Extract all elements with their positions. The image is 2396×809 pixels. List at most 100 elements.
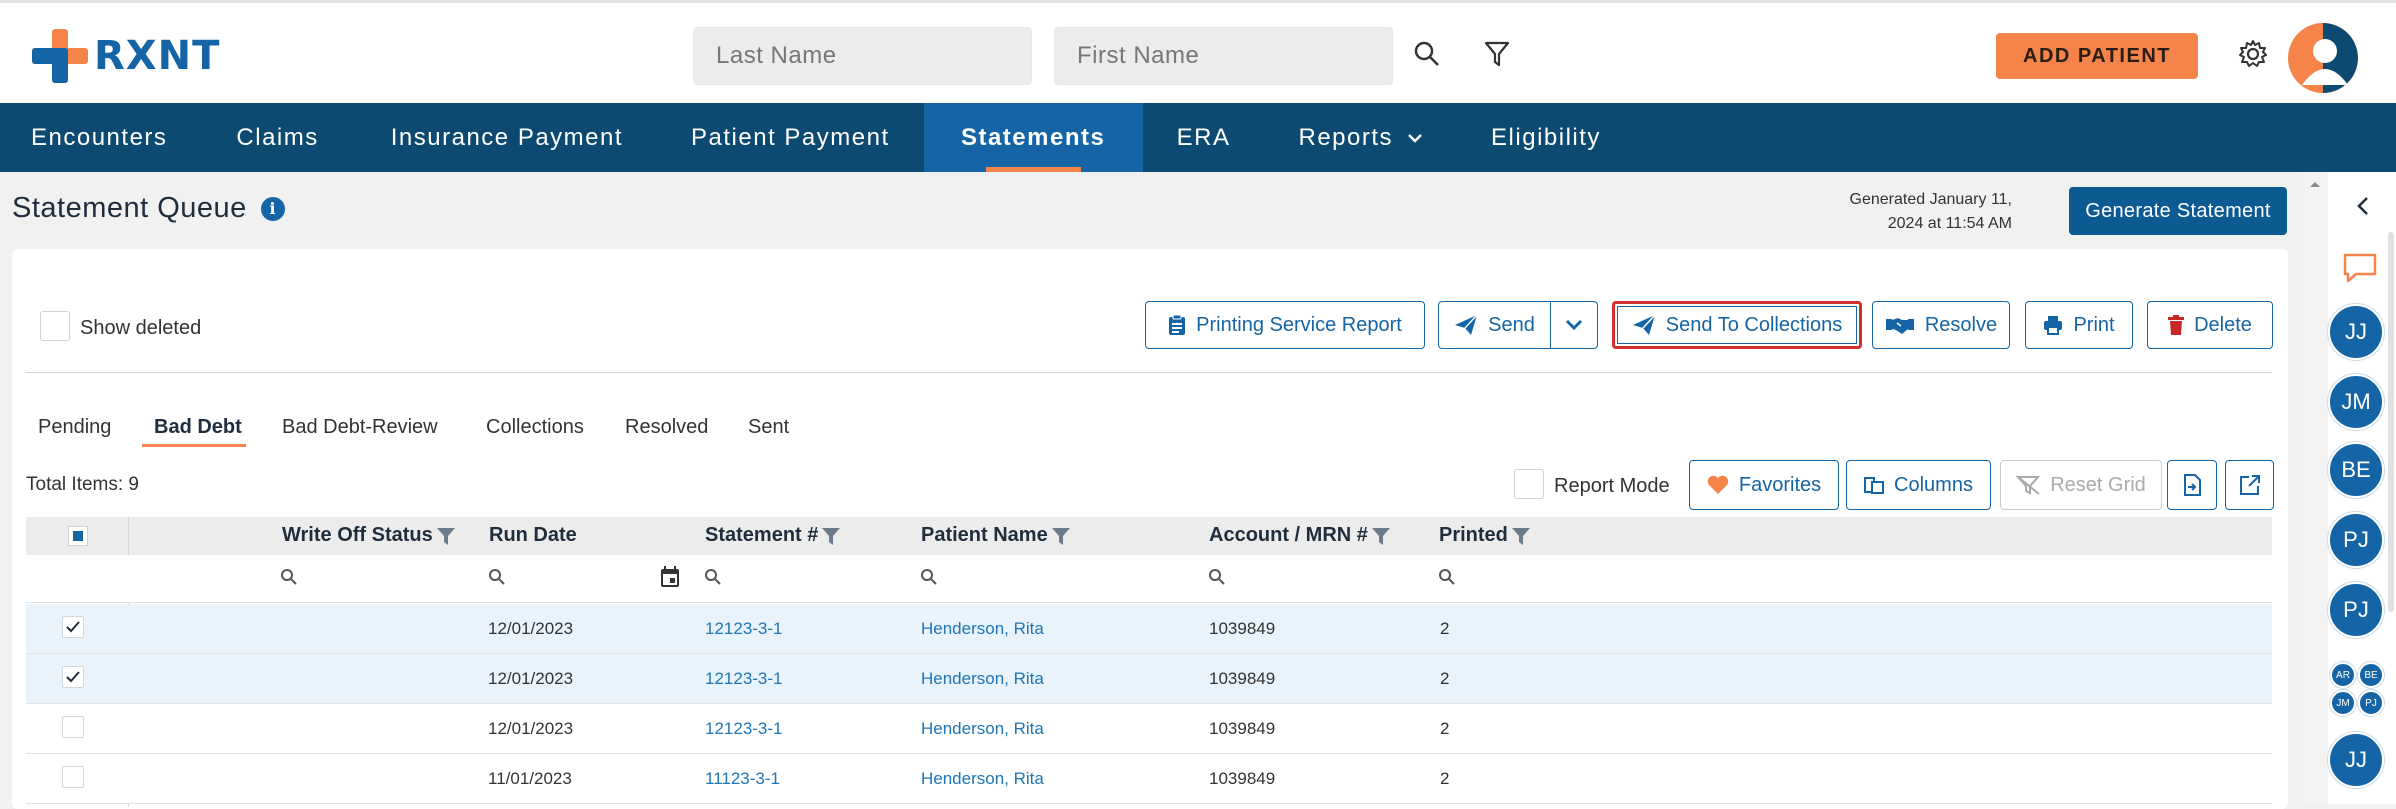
search-icon[interactable] bbox=[1410, 37, 1444, 71]
cell-patient-link[interactable]: Henderson, Rita bbox=[921, 769, 1044, 789]
column-filter-icon[interactable] bbox=[1510, 525, 1532, 547]
last-name-input[interactable]: Last Name bbox=[693, 27, 1032, 85]
chat-panel: JJ JM BE PJ PJ AR BE JM PJ JJ bbox=[2328, 172, 2396, 804]
trash-icon bbox=[2168, 315, 2185, 335]
scroll-up-icon[interactable] bbox=[2309, 180, 2321, 188]
col-printed[interactable]: Printed bbox=[1439, 524, 1532, 547]
first-name-input[interactable]: First Name bbox=[1054, 27, 1393, 85]
column-filter-icon[interactable] bbox=[1370, 525, 1392, 547]
cell-patient-link[interactable]: Henderson, Rita bbox=[921, 719, 1044, 739]
cell-statement-link[interactable]: 12123-3-1 bbox=[705, 619, 783, 639]
chat-user-avatar[interactable]: JJ bbox=[2328, 732, 2384, 788]
printer-icon bbox=[2044, 316, 2063, 335]
generated-timestamp: Generated January 11, 2024 at 11:54 AM bbox=[1820, 188, 2012, 236]
cell-account: 1039849 bbox=[1209, 719, 1276, 738]
add-patient-button[interactable]: ADD PATIENT bbox=[1996, 33, 2198, 79]
print-button[interactable]: Print bbox=[2025, 301, 2133, 349]
search-icon[interactable] bbox=[920, 568, 938, 586]
columns-label: Columns bbox=[1894, 473, 1973, 496]
chat-user-avatar[interactable]: BE bbox=[2328, 442, 2384, 498]
cell-statement-link[interactable]: 12123-3-1 bbox=[705, 719, 783, 739]
table-row[interactable]: 12/01/2023 12123-3-1 Henderson, Rita 103… bbox=[26, 704, 2272, 754]
row-checkbox[interactable] bbox=[62, 716, 84, 738]
nav-encounters[interactable]: Encounters bbox=[0, 103, 198, 172]
report-mode-checkbox[interactable] bbox=[1514, 469, 1544, 499]
cell-patient-link[interactable]: Henderson, Rita bbox=[921, 669, 1044, 689]
export-icon-button[interactable] bbox=[2167, 460, 2217, 510]
row-checkbox[interactable] bbox=[62, 666, 84, 688]
select-all-checkbox[interactable] bbox=[68, 526, 88, 546]
row-checkbox[interactable] bbox=[62, 616, 84, 638]
nav-era[interactable]: ERA bbox=[1143, 103, 1265, 172]
cell-statement-link[interactable]: 11123-3-1 bbox=[705, 769, 780, 789]
info-icon[interactable]: i bbox=[260, 196, 285, 221]
page-scrollbar[interactable] bbox=[2302, 172, 2328, 804]
column-filter-icon[interactable] bbox=[1050, 525, 1072, 547]
cell-account: 1039849 bbox=[1209, 669, 1276, 688]
chat-group-avatar[interactable]: AR BE JM PJ bbox=[2330, 662, 2384, 716]
cell-account: 1039849 bbox=[1209, 769, 1276, 788]
search-icon[interactable] bbox=[1438, 568, 1456, 586]
rxnt-logo[interactable]: RXNT bbox=[32, 29, 220, 83]
chat-user-avatar[interactable]: PJ bbox=[2328, 582, 2384, 638]
resolve-button[interactable]: Resolve bbox=[1872, 301, 2010, 349]
chat-user-avatar[interactable]: JM bbox=[2328, 374, 2384, 430]
collapse-chevron-icon[interactable] bbox=[2356, 196, 2370, 216]
reset-grid-button[interactable]: Reset Grid bbox=[2000, 460, 2162, 510]
send-dropdown-button[interactable] bbox=[1550, 301, 1598, 349]
nav-claims[interactable]: Claims bbox=[198, 103, 356, 172]
delete-button[interactable]: Delete bbox=[2147, 301, 2273, 349]
tab-bad-debt[interactable]: Bad Debt bbox=[154, 416, 242, 439]
col-account-mrn[interactable]: Account / MRN # bbox=[1209, 524, 1392, 547]
search-icon[interactable] bbox=[280, 568, 298, 586]
col-write-off-status[interactable]: Write Off Status bbox=[282, 524, 457, 547]
chat-scrollbar[interactable] bbox=[2388, 232, 2394, 612]
search-icon[interactable] bbox=[704, 568, 722, 586]
share-icon-button[interactable] bbox=[2225, 460, 2274, 510]
divider bbox=[26, 372, 2272, 373]
row-checkbox[interactable] bbox=[62, 766, 84, 788]
generate-statement-button[interactable]: Generate Statement bbox=[2069, 187, 2287, 235]
filter-icon[interactable] bbox=[1480, 37, 1514, 71]
columns-button[interactable]: Columns bbox=[1846, 460, 1991, 510]
col-run-date[interactable]: Run Date bbox=[489, 524, 577, 547]
table-row[interactable]: 12/01/2023 12123-3-1 Henderson, Rita 103… bbox=[26, 604, 2272, 654]
nav-eligibility[interactable]: Eligibility bbox=[1457, 103, 1635, 172]
cell-printed: 2 bbox=[1440, 619, 1450, 638]
favorites-button[interactable]: Favorites bbox=[1689, 460, 1839, 510]
user-avatar[interactable] bbox=[2288, 23, 2358, 93]
printing-service-report-button[interactable]: Printing Service Report bbox=[1145, 301, 1425, 349]
nav-patient-payment[interactable]: Patient Payment bbox=[657, 103, 924, 172]
send-button[interactable]: Send bbox=[1438, 301, 1551, 349]
nav-reports[interactable]: Reports bbox=[1265, 103, 1458, 172]
chat-user-avatar[interactable]: PJ bbox=[2328, 512, 2384, 568]
table-row[interactable]: 12/01/2023 12123-3-1 Henderson, Rita 103… bbox=[26, 654, 2272, 704]
chat-icon[interactable] bbox=[2342, 252, 2378, 284]
send-label: Send bbox=[1488, 313, 1535, 336]
chat-user-avatar[interactable]: JJ bbox=[2328, 304, 2384, 360]
handshake-icon bbox=[1885, 318, 1914, 334]
table-row[interactable]: 11/01/2023 11123-3-1 Henderson, Rita 103… bbox=[26, 754, 2272, 804]
cell-printed: 2 bbox=[1440, 719, 1450, 738]
tab-bad-debt-review[interactable]: Bad Debt-Review bbox=[282, 416, 438, 439]
cell-run-date: 12/01/2023 bbox=[488, 669, 574, 688]
show-deleted-checkbox[interactable] bbox=[40, 311, 70, 341]
column-filter-icon[interactable] bbox=[820, 525, 842, 547]
tab-pending[interactable]: Pending bbox=[38, 416, 111, 439]
tab-resolved[interactable]: Resolved bbox=[625, 416, 708, 439]
tab-sent[interactable]: Sent bbox=[748, 416, 789, 439]
column-filter-icon[interactable] bbox=[435, 525, 457, 547]
calendar-icon[interactable] bbox=[660, 566, 680, 588]
col-patient-name[interactable]: Patient Name bbox=[921, 524, 1072, 547]
search-icon[interactable] bbox=[488, 568, 506, 586]
tab-collections[interactable]: Collections bbox=[486, 416, 584, 439]
nav-statements[interactable]: Statements bbox=[923, 103, 1143, 172]
nav-insurance-payment[interactable]: Insurance Payment bbox=[357, 103, 657, 172]
search-icon[interactable] bbox=[1208, 568, 1226, 586]
send-to-collections-button[interactable]: Send To Collections bbox=[1612, 301, 1862, 349]
cell-statement-link[interactable]: 12123-3-1 bbox=[705, 669, 783, 689]
cell-patient-link[interactable]: Henderson, Rita bbox=[921, 619, 1044, 639]
group-member-avatar: PJ bbox=[2358, 690, 2384, 716]
gear-icon[interactable] bbox=[2236, 37, 2270, 71]
col-statement[interactable]: Statement # bbox=[705, 524, 842, 547]
